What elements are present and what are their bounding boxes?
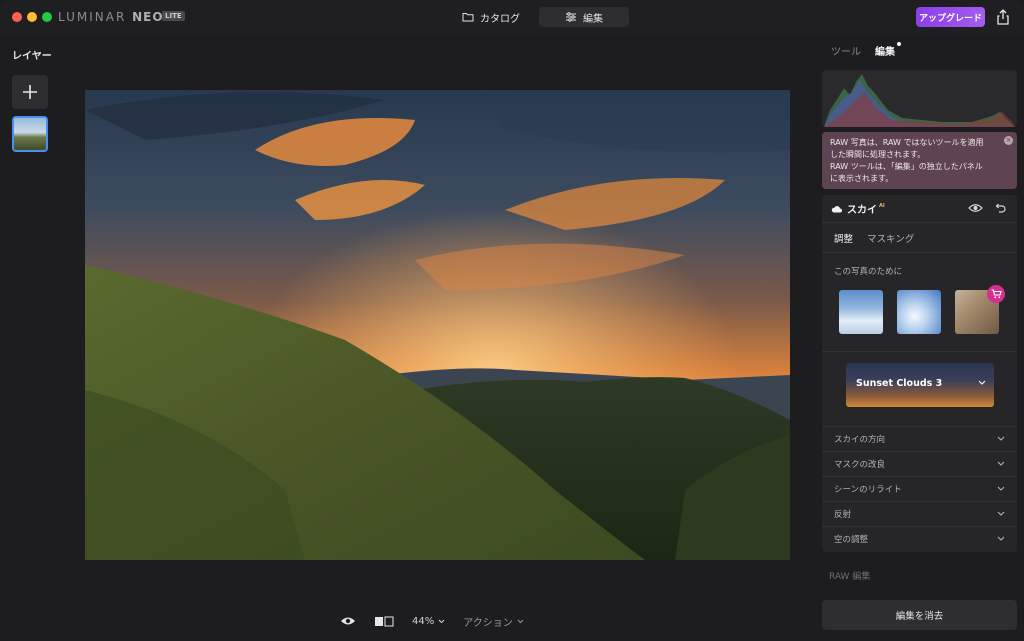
upgrade-button[interactable]: アップグレード [916, 7, 985, 27]
selected-sky-name: Sunset Clouds 3 [856, 378, 943, 389]
section-label: 空の調整 [834, 534, 869, 545]
chevron-down-icon [997, 436, 1005, 441]
photo-canvas[interactable] [85, 90, 790, 560]
sky-sub-tabs: 調整 マスキング [834, 231, 914, 245]
zoom-window-button[interactable] [42, 12, 52, 22]
notice-line-1: RAW 写真は、RAW ではないツールを適用 [830, 138, 984, 147]
chevron-down-icon [997, 536, 1005, 541]
section-reflection[interactable]: 反射 [822, 501, 1017, 526]
tab-adjust[interactable]: 調整 [834, 231, 853, 245]
layers-title: レイヤー [12, 51, 52, 62]
cloud-icon [831, 205, 842, 212]
chevron-down-icon [997, 486, 1005, 491]
right-panel-tabs: ツール 編集 [831, 42, 901, 58]
add-layer-button[interactable] [12, 75, 48, 109]
sky-tool-panel: スカイ AI 調整 マスキング この写真のために Sunset Clouds 3… [822, 195, 1017, 552]
section-mask-refinement[interactable]: マスクの改良 [822, 451, 1017, 476]
sky-preset-1[interactable] [839, 290, 883, 334]
tab-edit-label: 編集 [583, 13, 603, 25]
chevron-down-icon [517, 619, 524, 623]
section-sky-orientation[interactable]: スカイの方向 [822, 426, 1017, 451]
close-window-button[interactable] [12, 12, 22, 22]
sky-tool-header[interactable]: スカイ AI [822, 195, 1017, 222]
chevron-down-icon [997, 511, 1005, 516]
clear-edits-button[interactable]: 編集を消去 [822, 600, 1017, 630]
sky-preset-2[interactable] [897, 290, 941, 334]
lite-badge: LITE [162, 11, 185, 21]
tab-tools[interactable]: ツール [831, 43, 861, 58]
sliders-icon [566, 12, 576, 22]
section-label: スカイの方向 [834, 434, 886, 445]
notice-line-4: に表示されます。 [830, 174, 894, 183]
chevron-down-icon [997, 461, 1005, 466]
section-label: マスクの改良 [834, 459, 886, 470]
chevron-down-icon [438, 619, 445, 623]
undo-icon[interactable] [994, 203, 1006, 214]
raw-notice-banner: RAW 写真は、RAW ではないツールを適用 した瞬間に処理されます。 RAW … [822, 132, 1017, 189]
tab-edits[interactable]: 編集 [875, 42, 901, 58]
actions-dropdown[interactable]: アクション [463, 614, 524, 629]
bottom-toolbar: 44% アクション [340, 612, 524, 630]
raw-edit-label: RAW 編集 [829, 572, 871, 582]
close-icon[interactable]: × [1004, 136, 1013, 145]
sky-tool-title: スカイ [847, 205, 877, 216]
section-label: 反射 [834, 509, 852, 520]
tab-catalog[interactable]: カタログ [446, 7, 536, 27]
folder-icon [462, 13, 474, 22]
sky-selection-dropdown[interactable]: Sunset Clouds 3 [846, 363, 994, 407]
for-this-photo-label: この写真のために [834, 267, 903, 277]
divider [822, 252, 1017, 253]
share-icon[interactable] [995, 8, 1011, 26]
notice-line-2: した瞬間に処理されます。 [830, 150, 926, 159]
tab-masking[interactable]: マスキング [867, 231, 914, 245]
divider [822, 351, 1017, 352]
layer-thumbnail[interactable] [12, 116, 48, 152]
histogram [822, 70, 1017, 127]
actions-label: アクション [463, 617, 513, 629]
cart-icon[interactable] [987, 285, 1005, 303]
app-logo: LUMINAR NEO [58, 10, 164, 24]
divider [822, 222, 1017, 223]
compare-icon[interactable] [374, 616, 394, 627]
plus-icon [23, 85, 37, 99]
eye-icon[interactable] [340, 616, 356, 626]
ai-badge: AI [879, 202, 885, 209]
chevron-down-icon [978, 380, 986, 385]
title-bar: LUMINAR NEO LITE カタログ 編集 アップグレード [0, 0, 1024, 34]
section-scene-relight[interactable]: シーンのリライト [822, 476, 1017, 501]
zoom-value: 44% [412, 615, 435, 627]
tab-catalog-label: カタログ [480, 13, 520, 25]
section-sky-adjustments[interactable]: 空の調整 [822, 526, 1017, 551]
zoom-dropdown[interactable]: 44% [412, 616, 445, 627]
landscape-photo [85, 90, 790, 560]
notice-line-3: RAW ツールは、「編集」の独立したパネル [830, 162, 983, 171]
tab-edit[interactable]: 編集 [539, 7, 629, 27]
section-label: シーンのリライト [834, 484, 902, 495]
eye-icon[interactable] [968, 203, 983, 213]
mode-tabs: カタログ 編集 [446, 7, 629, 27]
minimize-window-button[interactable] [27, 12, 37, 22]
app-window: LUMINAR NEO LITE カタログ 編集 アップグレード レイヤー 44… [0, 0, 1024, 641]
